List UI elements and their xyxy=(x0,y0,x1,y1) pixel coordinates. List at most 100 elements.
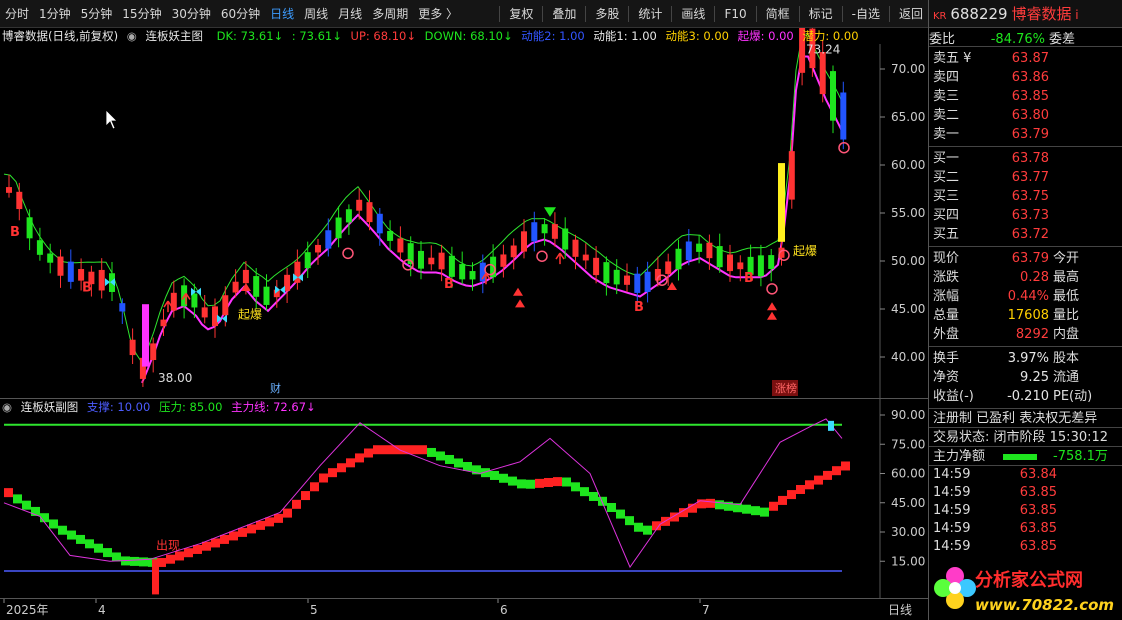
main-flow-block xyxy=(67,530,76,540)
logo-url: www.70822.com xyxy=(975,596,1115,614)
time-tick-label: 6 xyxy=(500,603,508,617)
main-flow-block xyxy=(634,522,643,532)
toolbar-divider xyxy=(798,5,800,22)
legend-down: DOWN: 68.10↓ xyxy=(424,29,513,43)
main-flow-block xyxy=(823,470,832,480)
period-tab-3[interactable]: 15分钟 xyxy=(117,0,166,28)
sub-tick-label: 45.00 xyxy=(891,496,925,510)
candle-body xyxy=(551,224,558,239)
period-tab-6[interactable]: 日线 xyxy=(265,0,299,28)
main-flow-block xyxy=(22,500,31,510)
main-flow-block xyxy=(265,517,274,527)
candle-body xyxy=(541,224,548,234)
main-flow-block xyxy=(382,445,391,455)
tool-button-3[interactable]: 统计 xyxy=(633,0,667,28)
main-flow-block xyxy=(409,445,418,455)
candle-body xyxy=(201,307,208,318)
main-flow-block xyxy=(337,463,346,473)
indicator-menu[interactable]: ◉ 连板妖主图 xyxy=(127,29,208,43)
main-flow-block xyxy=(292,499,301,509)
candle-body xyxy=(624,275,630,285)
buy-signal: B xyxy=(82,281,92,296)
quote-row: 涨幅 0.44% 最低 xyxy=(929,287,1122,306)
quote-value: 63.87 xyxy=(1011,51,1049,66)
tick-row: 14:59 63.84 xyxy=(929,466,1122,484)
time-tick-label: 5 xyxy=(310,603,318,617)
candle-body xyxy=(232,281,239,293)
toolbar-divider xyxy=(755,5,757,22)
candle-body xyxy=(448,255,455,277)
sub-canvas[interactable]: 90.00 75.00 60.00 45.00 30.00 15.00 出现 xyxy=(0,399,928,599)
tick-row: 14:59 63.85 xyxy=(929,538,1122,556)
quote-label: 卖二 xyxy=(933,108,960,123)
period-tab-5[interactable]: 60分钟 xyxy=(216,0,265,28)
tool-button-0[interactable]: 复权 xyxy=(504,0,538,28)
main-flow-block xyxy=(94,543,103,553)
order-ratio-value: -84.76% xyxy=(990,32,1045,47)
period-tab-2[interactable]: 5分钟 xyxy=(76,0,118,28)
candle-body xyxy=(593,257,600,276)
main-flow-block xyxy=(103,548,112,558)
gear-icon[interactable]: ◉ xyxy=(127,29,137,43)
candlestick-canvas[interactable]: 70.00 65.00 60.00 55.00 50.00 45.00 40.00 B B B B B… xyxy=(0,28,928,398)
candle-body xyxy=(222,295,229,316)
candle-body xyxy=(129,339,136,356)
quote-label-2: PE(动) xyxy=(1053,389,1093,404)
period-tab-7[interactable]: 周线 xyxy=(299,0,333,28)
diamond-icon xyxy=(766,283,778,295)
quote-value: 8292 xyxy=(1015,327,1049,342)
legend-dk2: : 73.61↓ xyxy=(291,29,342,43)
legend-power2: 动能2: 1.00 xyxy=(521,29,585,43)
quote-label-2: 最高 xyxy=(1053,270,1080,285)
stock-header[interactable]: KR 688229 博睿数据 i xyxy=(929,0,1122,28)
toolbar-divider xyxy=(499,5,501,22)
gear-icon[interactable]: ◉ xyxy=(2,400,12,414)
candle-body xyxy=(757,255,764,277)
tool-button-1[interactable]: 叠加 xyxy=(547,0,581,28)
tick-list[interactable]: 14:59 63.84 14:59 63.85 14:59 63.85 14:59 63.85… xyxy=(929,466,1122,556)
tool-button-6[interactable]: 简框 xyxy=(761,0,795,28)
quote-label: 收益(-) xyxy=(933,389,974,404)
candle-body xyxy=(562,228,569,250)
up-arrow-icon xyxy=(555,252,565,265)
main-chart[interactable]: 博睿数据(日线,前复权) ◉ 连板妖主图 DK: 73.61↓ : 73.61↓… xyxy=(0,28,928,398)
legend-burst: 起爆: 0.00 xyxy=(737,29,794,43)
tool-button-2[interactable]: 多股 xyxy=(590,0,624,28)
net-flow-bar xyxy=(1003,454,1037,460)
tool-button-5[interactable]: F10 xyxy=(719,0,751,28)
candle-body xyxy=(263,286,270,305)
period-tab-10[interactable]: 更多 〉 xyxy=(413,0,463,28)
sub-chart[interactable]: ◉ 连板妖副图 支撑: 10.00 压力: 85.00 主力线: 72.67↓ … xyxy=(0,398,928,599)
period-tab-9[interactable]: 多周期 xyxy=(367,0,413,28)
candle-body xyxy=(26,217,33,239)
legend-support: 支撑: 10.00 xyxy=(86,400,151,414)
main-flow-block xyxy=(706,498,715,508)
legend-main-line: 主力线: 72.67↓ xyxy=(231,400,316,414)
info-icon[interactable]: i xyxy=(1075,8,1078,22)
main-flow-block xyxy=(355,453,364,463)
diamond-icon xyxy=(342,247,354,260)
candle-body xyxy=(418,250,424,269)
tool-button-7[interactable]: 标记 xyxy=(804,0,838,28)
main-flow-block xyxy=(814,475,823,485)
quote-row: 涨跌 0.28 最高 xyxy=(929,268,1122,287)
quote-value: 63.75 xyxy=(1011,189,1049,204)
period-tab-0[interactable]: 分时 xyxy=(0,0,34,28)
quote-row: 换手 3.97% 股本 xyxy=(929,349,1122,368)
period-tab-1[interactable]: 1分钟 xyxy=(34,0,76,28)
candle-body xyxy=(191,293,198,308)
main-flow-block xyxy=(463,461,472,471)
period-tab-4[interactable]: 30分钟 xyxy=(167,0,216,28)
tool-button-9[interactable]: 返回 xyxy=(894,0,928,28)
period-tab-8[interactable]: 月线 xyxy=(333,0,367,28)
appear-label: 出现 xyxy=(156,539,180,553)
tick-price: 63.85 xyxy=(1019,539,1057,554)
tool-button-4[interactable]: 画线 xyxy=(676,0,710,28)
quote-row: 买四 63.73 xyxy=(929,206,1122,225)
main-flow-block xyxy=(229,531,238,541)
price-tick-label: 45.00 xyxy=(891,302,925,316)
tick-time: 14:59 xyxy=(933,503,971,518)
sub-indicator[interactable]: 连板妖副图 xyxy=(21,400,79,414)
burst-label: 起爆 xyxy=(793,244,817,258)
tool-button-8[interactable]: -自选 xyxy=(847,0,885,28)
